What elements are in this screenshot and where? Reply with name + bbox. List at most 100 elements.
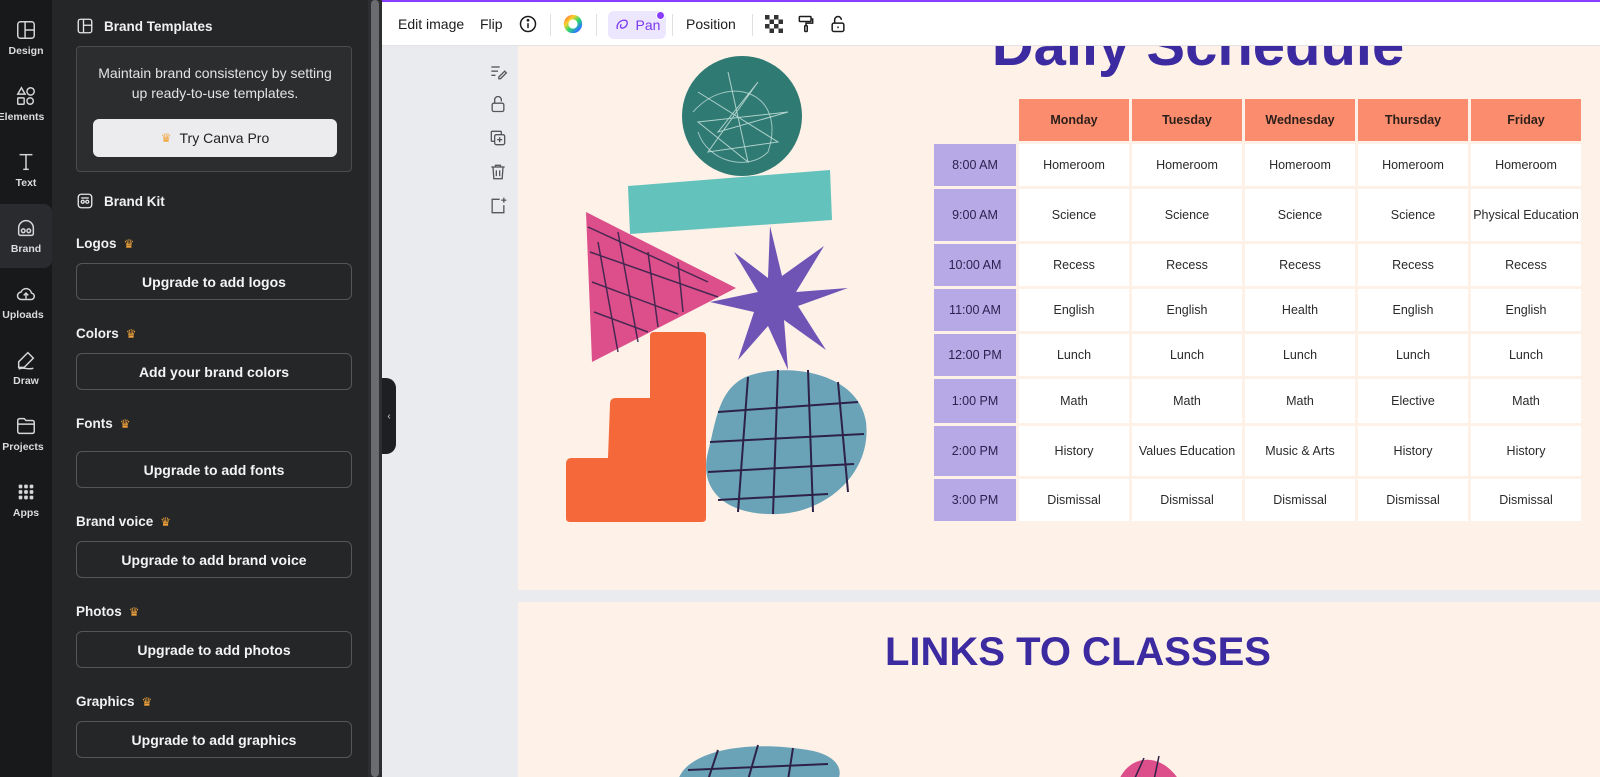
schedule-cell[interactable]: Recess (1019, 244, 1129, 286)
schedule-cell[interactable]: Dismissal (1132, 479, 1242, 521)
blue-blob-shape[interactable] (706, 369, 867, 515)
time-cell[interactable]: 11:00 AM (934, 289, 1016, 331)
color-picker-button[interactable] (562, 2, 584, 46)
purple-star-shape[interactable] (710, 226, 848, 370)
day-header[interactable]: Friday (1471, 99, 1581, 141)
lock-icon[interactable] (488, 94, 508, 114)
crown-icon: ♛ (119, 416, 131, 431)
schedule-cell[interactable]: English (1019, 289, 1129, 331)
schedule-cell[interactable]: Dismissal (1245, 479, 1355, 521)
schedule-cell[interactable]: Math (1019, 379, 1129, 423)
design-page-2[interactable]: LINKS TO CLASSES (518, 602, 1600, 777)
schedule-cell[interactable]: Recess (1358, 244, 1468, 286)
trash-icon[interactable] (488, 162, 508, 182)
schedule-cell[interactable]: Science (1245, 189, 1355, 241)
time-cell[interactable]: 2:00 PM (934, 426, 1016, 476)
schedule-cell[interactable]: Math (1132, 379, 1242, 423)
crown-icon: ♛ (160, 514, 172, 529)
panel-scrollbar[interactable] (368, 0, 382, 777)
upgrade-brand-voice-button[interactable]: Upgrade to add brand voice (76, 541, 352, 578)
rail-item-projects[interactable]: Projects (0, 402, 52, 466)
schedule-cell[interactable]: Recess (1471, 244, 1581, 286)
schedule-cell[interactable]: Lunch (1358, 334, 1468, 376)
schedule-cell[interactable]: History (1019, 426, 1129, 476)
schedule-cell[interactable]: Health (1245, 289, 1355, 331)
schedule-cell[interactable]: Homeroom (1471, 144, 1581, 186)
schedule-cell[interactable]: Physical Education (1471, 189, 1581, 241)
upgrade-graphics-button[interactable]: Upgrade to add graphics (76, 721, 352, 758)
graphics-label: Graphics ♛ (76, 694, 152, 709)
rail-item-uploads[interactable]: Uploads (0, 270, 52, 334)
rail-item-text[interactable]: Text (0, 138, 52, 202)
scrollbar-thumb[interactable] (371, 0, 379, 777)
schedule-cell[interactable]: Homeroom (1358, 144, 1468, 186)
add-brand-colors-button[interactable]: Add your brand colors (76, 353, 352, 390)
pink-shape[interactable] (1114, 750, 1184, 777)
upgrade-fonts-button[interactable]: Upgrade to add fonts (76, 451, 352, 488)
schedule-cell[interactable]: Lunch (1471, 334, 1581, 376)
schedule-cell[interactable]: English (1358, 289, 1468, 331)
position-button[interactable]: Position (686, 2, 736, 46)
schedule-cell[interactable]: Dismissal (1019, 479, 1129, 521)
time-cell[interactable]: 8:00 AM (934, 144, 1016, 186)
rail-item-draw[interactable]: Draw (0, 336, 52, 400)
schedule-cell[interactable]: Science (1358, 189, 1468, 241)
time-cell[interactable]: 1:00 PM (934, 379, 1016, 423)
schedule-cell[interactable]: Recess (1132, 244, 1242, 286)
rail-item-elements[interactable]: Elements (0, 72, 52, 136)
day-header[interactable]: Thursday (1358, 99, 1468, 141)
rail-item-design[interactable]: Design (0, 6, 52, 70)
toolbar-divider (752, 14, 753, 36)
notes-icon[interactable] (488, 62, 508, 82)
schedule-cell[interactable]: History (1358, 426, 1468, 476)
flip-button[interactable]: Flip (480, 2, 503, 46)
collapse-panel-button[interactable]: ‹ (382, 378, 396, 454)
lock-button[interactable] (828, 2, 848, 46)
schedule-cell[interactable]: Music & Arts (1245, 426, 1355, 476)
schedule-cell[interactable]: Values Education (1132, 426, 1242, 476)
copy-style-button[interactable] (796, 2, 816, 46)
upgrade-photos-button[interactable]: Upgrade to add photos (76, 631, 352, 668)
teal-circle-shape[interactable] (682, 56, 802, 176)
schedule-cell[interactable]: Dismissal (1358, 479, 1468, 521)
schedule-cell[interactable]: Math (1245, 379, 1355, 423)
abstract-shapes-illustration[interactable] (558, 52, 878, 532)
schedule-cell[interactable]: Elective (1358, 379, 1468, 423)
edit-image-button[interactable]: Edit image (398, 2, 464, 46)
schedule-cell[interactable]: English (1471, 289, 1581, 331)
day-header[interactable]: Wednesday (1245, 99, 1355, 141)
schedule-cell[interactable]: English (1132, 289, 1242, 331)
schedule-cell[interactable]: Lunch (1245, 334, 1355, 376)
schedule-cell[interactable]: Homeroom (1132, 144, 1242, 186)
schedule-cell[interactable]: Recess (1245, 244, 1355, 286)
orange-step-shape[interactable] (566, 332, 706, 522)
schedule-cell[interactable]: Math (1471, 379, 1581, 423)
schedule-cell[interactable]: History (1471, 426, 1581, 476)
schedule-cell[interactable]: Science (1019, 189, 1129, 241)
blue-blob-shape[interactable] (668, 740, 848, 777)
time-cell[interactable]: 10:00 AM (934, 244, 1016, 286)
try-canva-pro-button[interactable]: ♛ Try Canva Pro (93, 119, 337, 157)
schedule-cell[interactable]: Lunch (1132, 334, 1242, 376)
schedule-cell[interactable]: Lunch (1019, 334, 1129, 376)
pan-button[interactable]: Pan (608, 11, 666, 39)
rail-item-brand[interactable]: Brand (0, 204, 52, 268)
teal-rectangle-shape[interactable] (628, 170, 832, 234)
time-cell[interactable]: 12:00 PM (934, 334, 1016, 376)
time-cell[interactable]: 3:00 PM (934, 479, 1016, 521)
info-button[interactable] (518, 2, 538, 46)
schedule-cell[interactable]: Homeroom (1019, 144, 1129, 186)
day-header[interactable]: Tuesday (1132, 99, 1242, 141)
rail-item-apps[interactable]: Apps (0, 468, 52, 532)
links-to-classes-title[interactable]: LINKS TO CLASSES (518, 630, 1600, 675)
schedule-cell[interactable]: Homeroom (1245, 144, 1355, 186)
add-page-icon[interactable] (488, 196, 508, 216)
schedule-cell[interactable]: Dismissal (1471, 479, 1581, 521)
design-page[interactable]: Daily Schedule (518, 46, 1600, 590)
day-header[interactable]: Monday (1019, 99, 1129, 141)
time-cell[interactable]: 9:00 AM (934, 189, 1016, 241)
transparency-button[interactable] (764, 2, 784, 46)
duplicate-icon[interactable] (488, 128, 508, 148)
upgrade-logos-button[interactable]: Upgrade to add logos (76, 263, 352, 300)
schedule-cell[interactable]: Science (1132, 189, 1242, 241)
